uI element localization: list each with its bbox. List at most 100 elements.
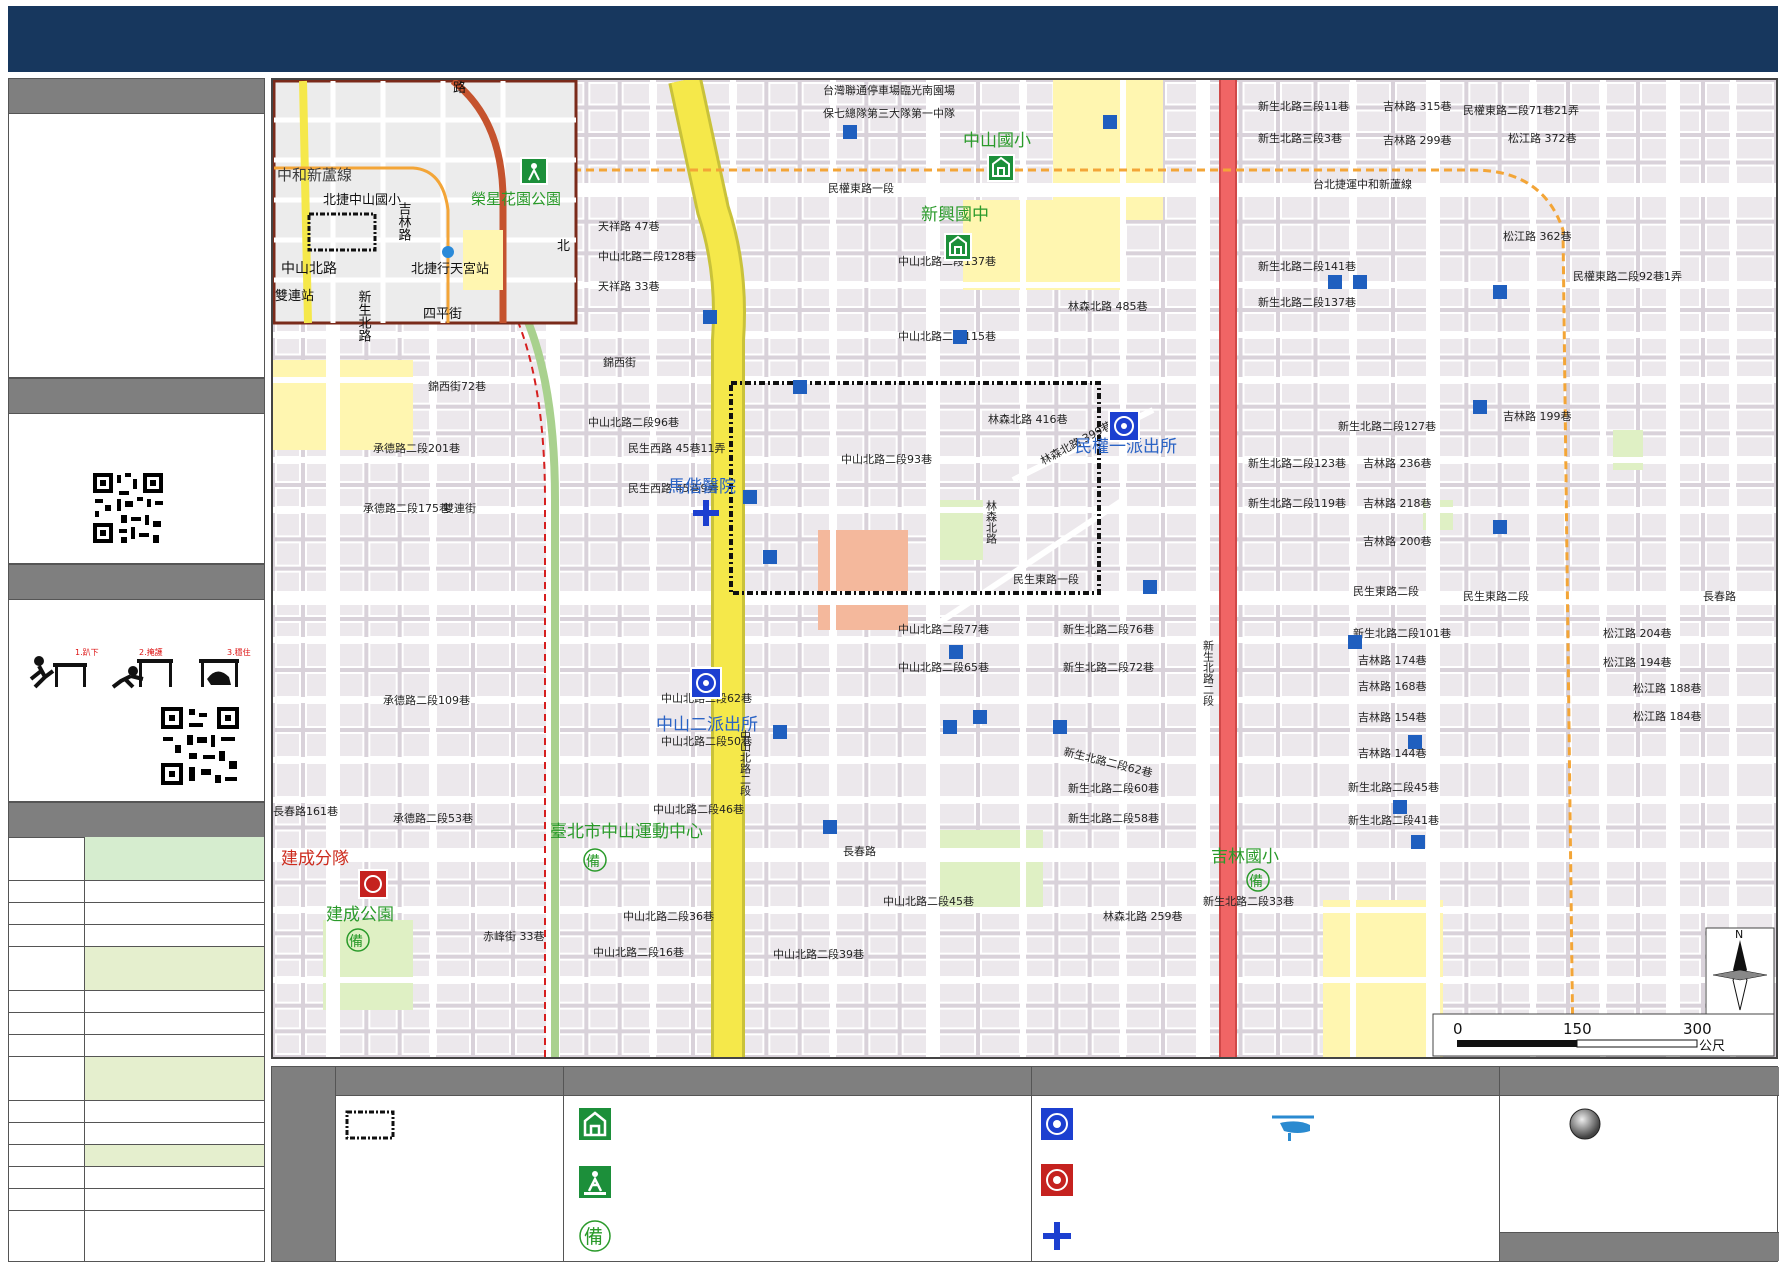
city-block <box>655 337 691 356</box>
city-block <box>1501 884 1531 908</box>
inset-label: 北捷中山國小 <box>323 193 401 208</box>
city-block <box>1317 732 1351 758</box>
table-row <box>9 837 264 881</box>
city-block <box>1735 672 1774 698</box>
street-label: 民權東路二段71巷21弄 <box>1463 103 1579 117</box>
contact-table-header <box>9 803 264 838</box>
city-block <box>1535 642 1566 668</box>
city-block <box>1605 762 1636 798</box>
qr-code-2-icon[interactable] <box>159 705 241 787</box>
header-banner <box>8 6 1778 72</box>
street-label: 長春路161巷 <box>273 805 338 818</box>
inset-map[interactable]: 中和新蘆線 北捷中山國小 吉林路 榮星花園公園 中山北路 北捷行天宮站 雙連站 … <box>273 80 578 342</box>
city-block <box>1242 732 1276 758</box>
city-block <box>435 541 471 567</box>
city-block <box>435 642 471 668</box>
city-block <box>768 802 798 826</box>
city-block <box>1468 762 1498 798</box>
shelter-icon-xinxing[interactable] <box>944 233 972 261</box>
police-icon-minquan[interactable] <box>1108 410 1140 442</box>
city-block <box>621 884 651 908</box>
city-block <box>901 958 932 979</box>
city-block <box>368 462 398 483</box>
city-block <box>768 642 798 668</box>
city-block <box>1735 642 1774 668</box>
street-label: 承德路二段175巷 <box>363 501 450 515</box>
city-block <box>1242 935 1276 955</box>
city-block <box>1705 312 1731 333</box>
city-block <box>835 1033 865 1055</box>
qr-code-icon[interactable] <box>91 471 165 545</box>
city-block <box>1091 672 1122 698</box>
city-block <box>980 672 1021 698</box>
street-label: 民生東路二段 <box>1463 589 1529 603</box>
city-block <box>935 802 976 826</box>
city-block <box>588 1007 618 1030</box>
city-block <box>801 408 832 432</box>
contact-table-panel <box>8 802 265 1262</box>
city-block <box>1640 512 1671 538</box>
city-block <box>1535 732 1566 758</box>
city-block <box>1535 935 1566 955</box>
city-block <box>1165 337 1201 356</box>
city-block <box>555 1033 585 1055</box>
parking-icon <box>763 550 777 564</box>
city-block <box>275 337 301 356</box>
city-block <box>1242 802 1276 826</box>
street-label: 吉林路 315巷 <box>1383 99 1452 113</box>
legend-col-header <box>564 1067 1031 1096</box>
city-block <box>1735 287 1774 308</box>
legend-col-header <box>1032 1067 1499 1096</box>
city-block <box>980 935 1021 955</box>
city-block <box>621 762 651 798</box>
city-block <box>435 732 471 758</box>
city-block <box>1705 512 1731 538</box>
city-block <box>1468 702 1498 728</box>
city-block <box>1705 462 1731 483</box>
city-block <box>475 359 511 378</box>
city-block <box>868 762 898 798</box>
street-label: 吉林路 218巷 <box>1363 496 1432 510</box>
boundary-legend-icon <box>345 1110 395 1140</box>
city-block <box>835 337 865 356</box>
street-label: 承德路二段201巷 <box>373 441 460 455</box>
city-block <box>475 884 511 908</box>
city-block <box>735 109 765 133</box>
street-label: 新生北路二段137巷 <box>1258 295 1356 309</box>
city-block <box>1058 312 1088 333</box>
city-block <box>435 408 471 432</box>
city-block <box>1165 762 1201 798</box>
city-block <box>275 642 301 668</box>
city-block <box>1091 935 1122 955</box>
city-block <box>835 1007 865 1030</box>
city-block <box>1640 312 1671 333</box>
map-view[interactable]: 民權東路一段 台北捷運中和新蘆線 新生北路三段11巷 吉林路 315巷 民權東路… <box>271 78 1778 1059</box>
street-label: 新生北路三段3巷 <box>1258 131 1342 145</box>
city-block <box>1605 109 1636 133</box>
legend-col-rescue <box>1032 1067 1500 1261</box>
city-block <box>1091 1033 1122 1055</box>
city-block <box>868 487 898 508</box>
fire-icon-jiancheng[interactable] <box>358 869 388 899</box>
city-block <box>1317 312 1351 333</box>
city-block <box>868 312 898 333</box>
city-block <box>1125 884 1161 908</box>
city-block <box>1025 802 1055 826</box>
small-green-1 <box>1613 430 1643 470</box>
police-icon-zhongshan2[interactable] <box>690 667 722 699</box>
city-block <box>621 82 651 106</box>
city-block <box>435 337 471 356</box>
city-block <box>555 382 585 405</box>
city-block <box>1125 958 1161 979</box>
city-block <box>1435 802 1465 826</box>
city-block <box>1091 541 1122 567</box>
shelter-icon-zhongshan[interactable] <box>987 154 1015 182</box>
city-block <box>980 435 1021 459</box>
city-block <box>1025 912 1055 932</box>
city-block <box>768 223 798 252</box>
inset-line-label: 中和新蘆線 <box>277 166 352 184</box>
city-block <box>1468 912 1498 932</box>
city-block <box>1640 137 1671 161</box>
city-block <box>1025 732 1055 758</box>
map-canvas[interactable]: 民權東路一段 台北捷運中和新蘆線 新生北路三段11巷 吉林路 315巷 民權東路… <box>273 80 1776 1057</box>
